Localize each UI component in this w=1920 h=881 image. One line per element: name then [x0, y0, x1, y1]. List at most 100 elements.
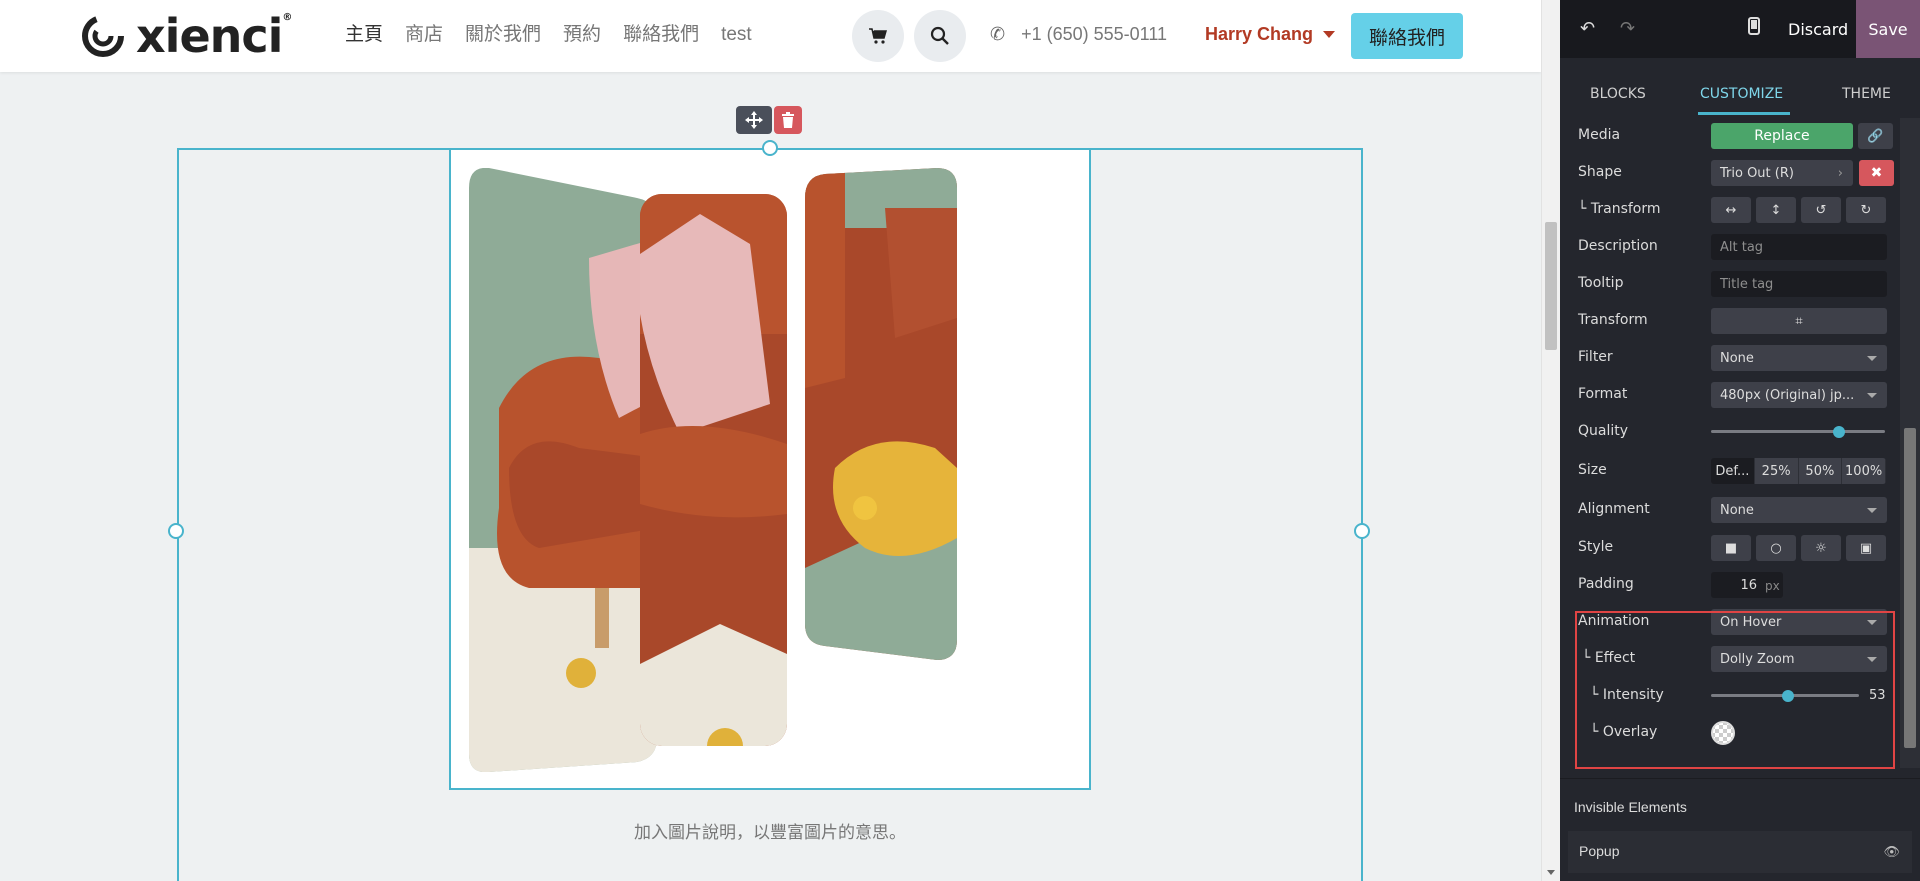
tab-customize[interactable]: CUSTOMIZE	[1700, 86, 1783, 102]
rotate-left-button[interactable]: ↺	[1801, 197, 1841, 223]
editor-topbar: ↶ ↷ Discard Save	[1560, 0, 1920, 58]
flip-horizontal-icon: ↔	[1725, 202, 1737, 218]
replace-media-button[interactable]: Replace	[1711, 123, 1853, 149]
save-button[interactable]: Save	[1856, 0, 1920, 58]
chevron-down-icon	[1323, 31, 1336, 38]
circle-icon: ○	[1770, 540, 1782, 556]
undo-icon[interactable]: ↶	[1580, 18, 1595, 39]
quality-label: Quality	[1578, 423, 1629, 439]
resize-handle-right[interactable]	[1354, 523, 1370, 539]
option-alignment: Alignment None	[1560, 494, 1900, 524]
tab-active-underline	[1698, 112, 1790, 115]
cart-icon	[869, 28, 887, 44]
size-50[interactable]: 50%	[1798, 458, 1843, 484]
search-button[interactable]	[914, 10, 966, 62]
mobile-preview-icon[interactable]	[1748, 17, 1760, 40]
crop-icon: ⌗	[1795, 313, 1803, 329]
option-tooltip: Tooltip Title tag	[1560, 268, 1900, 298]
padding-unit: px	[1765, 579, 1780, 593]
option-format: Format 480px (Original) jp...	[1560, 379, 1900, 409]
style-thumbnail-button[interactable]: ▣	[1846, 535, 1886, 561]
page-scrollbar-thumb[interactable]	[1545, 222, 1557, 350]
tab-blocks[interactable]: BLOCKS	[1590, 86, 1646, 102]
style-label: Style	[1578, 539, 1614, 555]
discard-button[interactable]: Discard	[1788, 20, 1848, 39]
padding-label: Padding	[1578, 576, 1634, 592]
shape-select[interactable]: Trio Out (R) ›	[1711, 160, 1853, 186]
main-nav: 主頁 商店 關於我們 預約 聯絡我們 test	[345, 22, 774, 48]
nav-item-test[interactable]: test	[721, 22, 752, 48]
size-100[interactable]: 100%	[1842, 458, 1886, 484]
search-icon	[930, 26, 949, 45]
invisible-item-popup[interactable]: Popup 👁	[1568, 831, 1912, 873]
move-button[interactable]	[736, 106, 772, 134]
option-shape-transform: └ Transform ↔ ↕ ↺ ↻	[1560, 194, 1900, 224]
size-segmented-control: Def... 25% 50% 100%	[1711, 458, 1886, 484]
transform-label: Transform	[1578, 312, 1648, 328]
nav-item-home[interactable]: 主頁	[345, 22, 383, 48]
option-media: Media Replace 🔗	[1560, 120, 1900, 150]
image-selection-frame[interactable]	[449, 148, 1091, 790]
quality-slider-thumb[interactable]	[1833, 426, 1845, 438]
site-logo[interactable]: xienci®	[78, 10, 292, 62]
chevron-right-icon: ›	[1837, 165, 1843, 181]
trash-icon	[782, 112, 794, 128]
resize-handle-left[interactable]	[168, 523, 184, 539]
image-caption[interactable]: 加入圖片說明，以豐富圖片的意思。	[449, 818, 1091, 843]
popup-label: Popup	[1579, 843, 1620, 859]
link-button[interactable]: 🔗	[1858, 123, 1893, 149]
invisible-elements-title: Invisible Elements	[1574, 799, 1687, 815]
cart-button[interactable]	[852, 10, 904, 62]
flip-vertical-button[interactable]: ↕	[1756, 197, 1796, 223]
logo-mark-icon	[82, 15, 124, 57]
redo-icon[interactable]: ↷	[1620, 18, 1635, 39]
delete-button[interactable]	[774, 106, 802, 134]
size-default[interactable]: Def...	[1711, 458, 1755, 484]
crop-button[interactable]: ⌗	[1711, 308, 1887, 334]
flip-horizontal-button[interactable]: ↔	[1711, 197, 1751, 223]
tooltip-label: Tooltip	[1578, 275, 1624, 291]
eye-slash-icon[interactable]: 👁	[1883, 844, 1900, 860]
resize-handle-top[interactable]	[762, 140, 778, 156]
page-scrollbar[interactable]	[1541, 0, 1560, 881]
quality-slider-track[interactable]	[1711, 430, 1885, 433]
description-label: Description	[1578, 238, 1658, 254]
title-tag-input[interactable]: Title tag	[1711, 271, 1887, 297]
phone-number: +1 (650) 555-0111	[1021, 24, 1168, 44]
remove-shape-button[interactable]: ✖	[1859, 160, 1894, 186]
phone-contact[interactable]: ✆ +1 (650) 555-0111	[990, 24, 1167, 45]
size-label: Size	[1578, 462, 1607, 478]
option-padding: Padding 16 px	[1560, 569, 1900, 599]
tab-theme[interactable]: THEME	[1842, 86, 1891, 102]
user-menu[interactable]: Harry Chang	[1205, 24, 1336, 45]
style-circle-button[interactable]: ○	[1756, 535, 1796, 561]
style-shadow-button[interactable]: ☼	[1801, 535, 1841, 561]
media-label: Media	[1578, 127, 1621, 143]
filter-label: Filter	[1578, 349, 1613, 365]
site-header: xienci® 主頁 商店 關於我們 預約 聯絡我們 test ✆ +1 (65…	[0, 0, 1541, 72]
scroll-down-arrow-icon[interactable]	[1547, 870, 1555, 875]
nav-item-contact[interactable]: 聯絡我們	[623, 22, 699, 48]
format-select[interactable]: 480px (Original) jp...	[1711, 382, 1887, 408]
filter-select[interactable]: None	[1711, 345, 1887, 371]
alignment-label: Alignment	[1578, 501, 1650, 517]
option-description: Description Alt tag	[1560, 231, 1900, 261]
rotate-right-button[interactable]: ↻	[1846, 197, 1886, 223]
link-icon: 🔗	[1867, 128, 1884, 144]
sidebar-scrollbar[interactable]	[1900, 118, 1920, 768]
editor-tabs: BLOCKS CUSTOMIZE THEME	[1560, 58, 1920, 118]
invisible-elements-section: Invisible Elements Popup 👁	[1560, 778, 1920, 881]
square-icon: ■	[1724, 540, 1738, 556]
sidebar-scrollbar-thumb[interactable]	[1904, 428, 1916, 748]
size-25[interactable]: 25%	[1754, 458, 1799, 484]
alignment-select[interactable]: None	[1711, 497, 1887, 523]
style-rounded-button[interactable]: ■	[1711, 535, 1751, 561]
nav-item-shop[interactable]: 商店	[405, 22, 443, 48]
nav-item-booking[interactable]: 預約	[563, 22, 601, 48]
alt-tag-input[interactable]: Alt tag	[1711, 234, 1887, 260]
nav-item-about[interactable]: 關於我們	[465, 22, 541, 48]
contact-cta-button[interactable]: 聯絡我們	[1351, 13, 1463, 59]
user-name: Harry Chang	[1205, 24, 1314, 44]
image-panel-middle	[640, 194, 787, 746]
shape-transform-label: └ Transform	[1578, 201, 1661, 217]
